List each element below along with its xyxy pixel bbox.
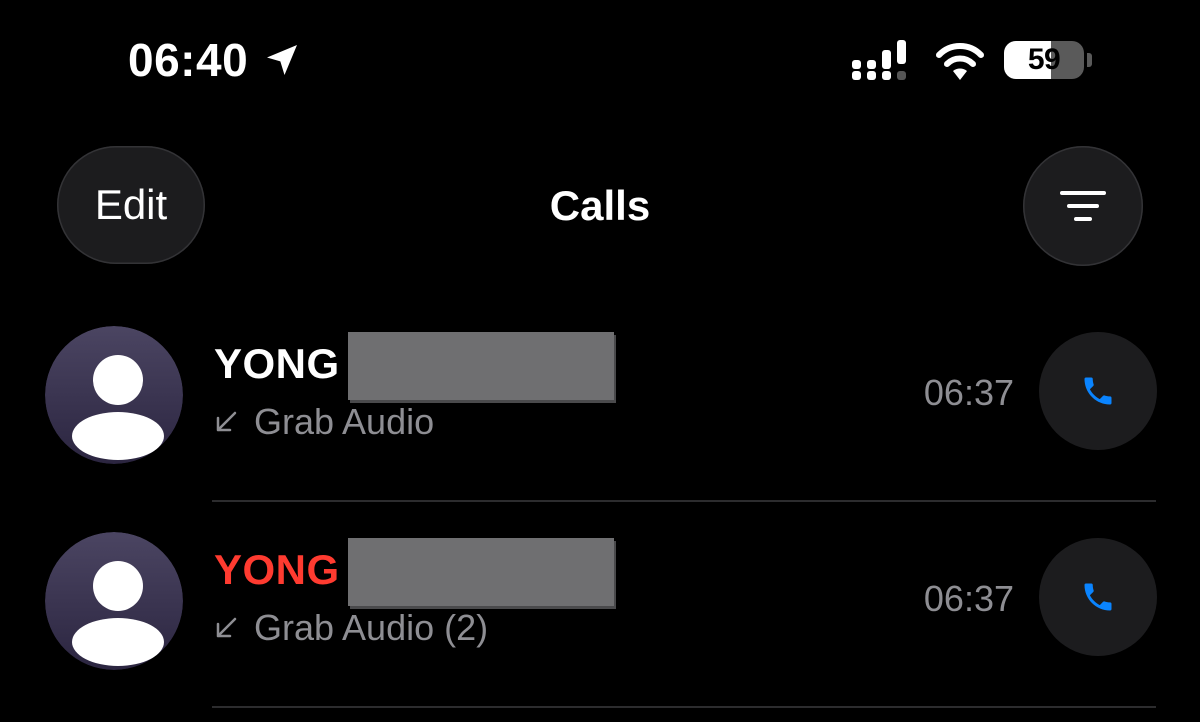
call-subtitle-line: Grab Audio	[214, 400, 434, 444]
caller-name-line: YONG	[214, 332, 614, 400]
page-title: Calls	[549, 182, 651, 229]
incoming-call-arrow-icon	[216, 617, 237, 638]
battery-body: 59	[1004, 41, 1084, 79]
redaction-block	[347, 332, 614, 400]
battery-percent: 59	[1027, 43, 1061, 76]
battery-indicator: 59	[1004, 41, 1092, 79]
call-subtitle-line: Grab Audio (2)	[214, 606, 488, 650]
redaction-block	[347, 538, 614, 606]
cellular-signal-icon	[852, 40, 906, 80]
avatar	[45, 532, 183, 670]
incoming-call-arrow-icon	[216, 411, 237, 432]
caller-name: YONG	[214, 340, 340, 387]
filter-icon	[1060, 191, 1106, 221]
call-row[interactable]: YONG Grab Audio 06:37	[0, 296, 1200, 502]
status-time-text: 06:40	[128, 34, 249, 86]
caller-name: YONG	[214, 546, 340, 593]
filter-button[interactable]	[1023, 146, 1143, 266]
contact-avatar-icon	[45, 326, 183, 464]
call-time: 06:37	[923, 372, 1014, 413]
call-row[interactable]: YONG Grab Audio (2) 06:37	[0, 502, 1200, 708]
battery-tip	[1087, 53, 1092, 67]
phone-icon	[1084, 583, 1112, 611]
caller-name-line: YONG	[214, 538, 614, 606]
wifi-icon	[936, 43, 984, 80]
status-bar-indicators: 59	[850, 38, 1092, 82]
phone-icon	[1084, 377, 1112, 405]
call-subtitle: Grab Audio (2)	[254, 607, 489, 648]
contact-avatar-icon	[45, 532, 183, 670]
status-bar-time: 06:40	[128, 32, 302, 88]
call-button[interactable]	[1039, 538, 1157, 656]
call-subtitle: Grab Audio	[254, 401, 435, 442]
call-button[interactable]	[1039, 332, 1157, 450]
call-time: 06:37	[923, 578, 1014, 619]
avatar	[45, 326, 183, 464]
location-arrow-icon	[267, 45, 298, 75]
row-divider	[212, 706, 1156, 708]
